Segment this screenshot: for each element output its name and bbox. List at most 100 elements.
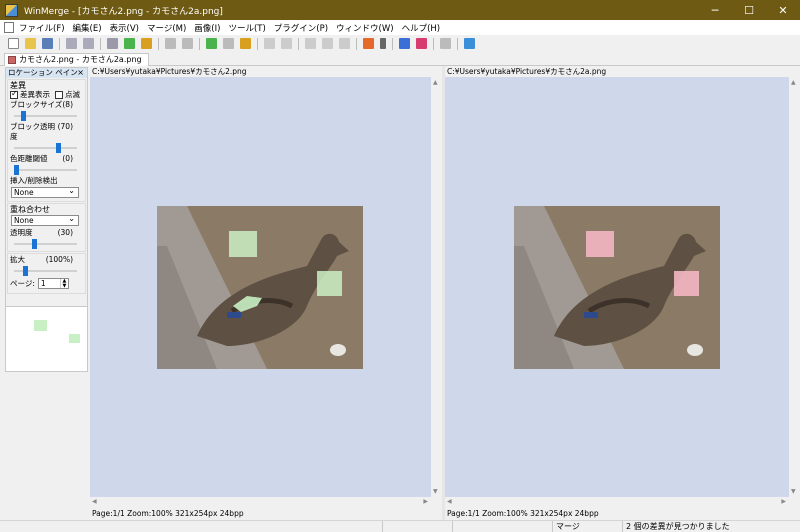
menu-tools[interactable]: ツール(T) [228,22,265,34]
last-diff-icon[interactable] [206,38,217,49]
toolbar-separator [356,37,357,50]
overlay-alpha-slider[interactable] [12,239,81,249]
maximize-button[interactable]: ☐ [732,0,766,20]
first-diff-icon[interactable] [165,38,176,49]
slider-thumb[interactable] [23,266,28,276]
copy-right-advance-icon[interactable] [305,38,316,49]
block-size-slider[interactable] [12,111,81,121]
overlay-mode-select[interactable]: None [11,214,79,226]
minimize-button[interactable]: ─ [698,0,732,20]
block-alpha-label: ブロック透明度 [10,122,55,141]
slider-thumb[interactable] [56,143,61,153]
close-button[interactable]: ✕ [766,0,800,20]
document-icon[interactable] [4,22,14,33]
blink-label: 点滅 [65,90,80,99]
pane-splitter[interactable] [442,66,445,520]
winmerge-logo-icon [5,3,18,17]
toolbar-separator [158,37,159,50]
zoom-group: 拡大 (100%) ページ: 1 ▲ ▼ [7,253,86,294]
left-vertical-scrollbar[interactable]: ▲ ▼ [431,77,442,497]
location-pane-header: ロケーション ペイン × [6,68,87,78]
location-pane-title: ロケーション ペイン [8,68,78,77]
current-diff-icon[interactable] [182,38,193,49]
window-title: WinMerge - [カモさん2.png - カモさん2a.png] [24,6,223,17]
right-horizontal-scrollbar[interactable]: ◀ ▶ [445,497,800,508]
print-icon[interactable] [107,38,118,49]
undo-icon[interactable] [66,38,77,49]
diff-group-title: 差異 [10,81,26,90]
page-label: ページ: [10,278,35,288]
overlay-alpha-value: (30) [57,228,73,237]
left-horizontal-scrollbar[interactable]: ◀ ▶ [90,497,442,508]
insert-detect-select[interactable]: None [11,186,79,198]
tab-bar: カモさん2.png - カモさん2a.png [0,52,800,66]
toolbar-separator [257,37,258,50]
slider-thumb[interactable] [32,239,37,249]
merge-icon[interactable] [440,38,451,49]
toolbar-separator [392,37,393,50]
open-icon[interactable] [25,38,36,49]
menu-file[interactable]: ファイル(F) [19,22,65,34]
compare-selection-icon[interactable] [416,38,427,49]
save-icon[interactable] [42,38,53,49]
slider-thumb[interactable] [21,111,27,121]
merge-status: マージ [552,521,622,532]
diff-block-2 [317,271,342,296]
refresh-icon[interactable] [464,38,475,49]
dropdown-arrow-icon[interactable] [380,38,386,49]
block-size-value: (8) [62,100,73,109]
show-diff-label: 差異表示 [20,90,50,99]
menu-edit[interactable]: 編集(E) [73,22,102,34]
right-vertical-scrollbar[interactable]: ▲ ▼ [789,77,800,497]
diff-map-thumbnail[interactable] [6,306,87,371]
menu-bar: ファイル(F) 編集(E) 表示(V) マージ(M) 画像(I) ツール(T) … [0,20,800,35]
redo-icon[interactable] [83,38,94,49]
copy-right-icon[interactable] [264,38,275,49]
tab-compare[interactable]: カモさん2.png - カモさん2a.png [4,53,149,66]
menu-view[interactable]: 表示(V) [110,22,139,34]
close-icon[interactable]: × [77,68,84,78]
toolbar-separator [199,37,200,50]
all-right-icon[interactable] [339,38,350,49]
zoom-value: (100%) [45,255,73,264]
toolbar-separator [433,37,434,50]
prev-diff-icon[interactable] [141,38,152,49]
location-pane: ロケーション ペイン × 差異 差異表示 点滅 ブロックサイズ (8) ブロック… [5,67,88,372]
diff-map [34,320,80,343]
toolbar-separator [100,37,101,50]
zoom-label: 拡大 [10,255,25,264]
color-threshold-slider[interactable] [12,165,81,175]
menu-plugins[interactable]: プラグイン(P) [274,22,328,34]
menu-image[interactable]: 画像(I) [194,22,220,34]
copy-left-icon[interactable] [281,38,292,49]
page-spinner[interactable]: 1 ▲ ▼ [37,278,69,289]
toolbar-separator [457,37,458,50]
prev-conflict-icon[interactable] [223,38,234,49]
copy-left-advance-icon[interactable] [322,38,333,49]
zoom-slider[interactable] [12,266,81,276]
menu-help[interactable]: ヘルプ(H) [402,22,441,34]
overlay-group-title: 重ね合わせ [10,205,50,214]
new-icon[interactable] [8,38,19,49]
right-photo [514,206,720,369]
diff-block-1 [586,231,614,257]
image-file-icon [8,56,16,64]
left-image-pane[interactable] [90,77,431,497]
overlay-group: 重ね合わせ None 透明度 (30) [7,203,86,252]
next-conflict-icon[interactable] [240,38,251,49]
options-icon[interactable] [363,38,374,49]
slider-thumb[interactable] [14,165,19,175]
block-alpha-value: (70) [57,122,73,131]
blink-checkbox[interactable] [55,91,63,99]
title-bar: WinMerge - [カモさん2.png - カモさん2a.png] ─ ☐ … [0,0,800,20]
menu-window[interactable]: ウィンドウ(W) [336,22,394,34]
block-alpha-slider[interactable] [12,143,81,153]
color-threshold-label: 色距離閾値 [10,154,48,163]
status-cell [452,521,552,532]
spin-down-icon[interactable]: ▼ [61,283,68,289]
right-image-pane[interactable] [445,77,789,497]
show-diff-checkbox[interactable] [10,89,18,99]
menu-merge[interactable]: マージ(M) [147,22,186,34]
compare-icon[interactable] [399,38,410,49]
next-diff-icon[interactable] [124,38,135,49]
